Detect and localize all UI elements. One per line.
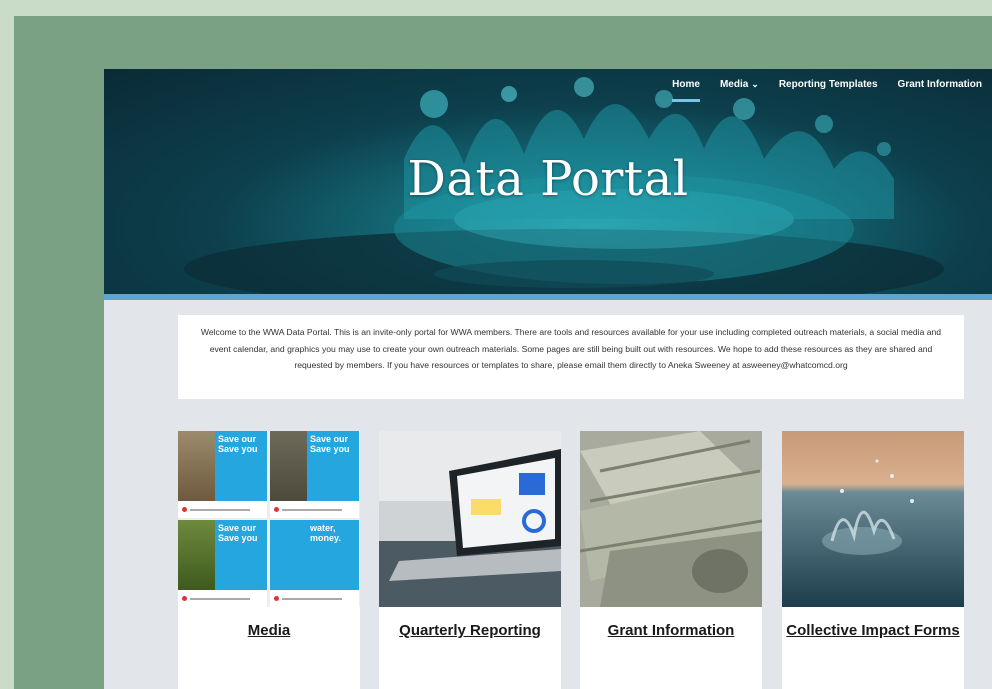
welcome-text: Welcome to the WWA Data Portal. This is … [178, 315, 964, 399]
media-collage-image: Save our Save you Save our Save you Save… [178, 431, 360, 607]
hero-banner: Home Media ⌄ Reporting Templates Grant In… [104, 69, 992, 294]
water-splash-thumbnail [782, 431, 964, 607]
laptop-image [379, 431, 561, 607]
card-media-link[interactable]: Media [178, 617, 360, 644]
page-title: Data Portal [407, 151, 689, 207]
chevron-down-icon: ⌄ [751, 79, 759, 89]
nav-grant-information[interactable]: Grant Information [898, 79, 982, 90]
resource-cards: Save our Save you Save our Save you Save… [178, 431, 964, 689]
card-collective-impact-forms-link[interactable]: Collective Impact Forms [782, 617, 964, 644]
card-grant-information-link[interactable]: Grant Information [580, 617, 762, 644]
webpage: Home Media ⌄ Reporting Templates Grant In… [104, 69, 992, 689]
card-quarterly-reporting-link[interactable]: Quarterly Reporting [379, 617, 561, 644]
nav-media[interactable]: Media ⌄ [720, 79, 759, 90]
money-image [580, 431, 762, 607]
nav-home[interactable]: Home [672, 79, 700, 102]
card-grant-information[interactable]: Grant Information [580, 431, 762, 689]
hero-accent-bar [104, 294, 992, 300]
card-quarterly-reporting[interactable]: Quarterly Reporting [379, 431, 561, 689]
nav-reporting-templates[interactable]: Reporting Templates [779, 79, 878, 90]
card-media[interactable]: Save our Save you Save our Save you Save… [178, 431, 360, 689]
card-collective-impact-forms[interactable]: Collective Impact Forms [782, 431, 964, 689]
main-nav: Home Media ⌄ Reporting Templates Grant In… [672, 79, 982, 102]
